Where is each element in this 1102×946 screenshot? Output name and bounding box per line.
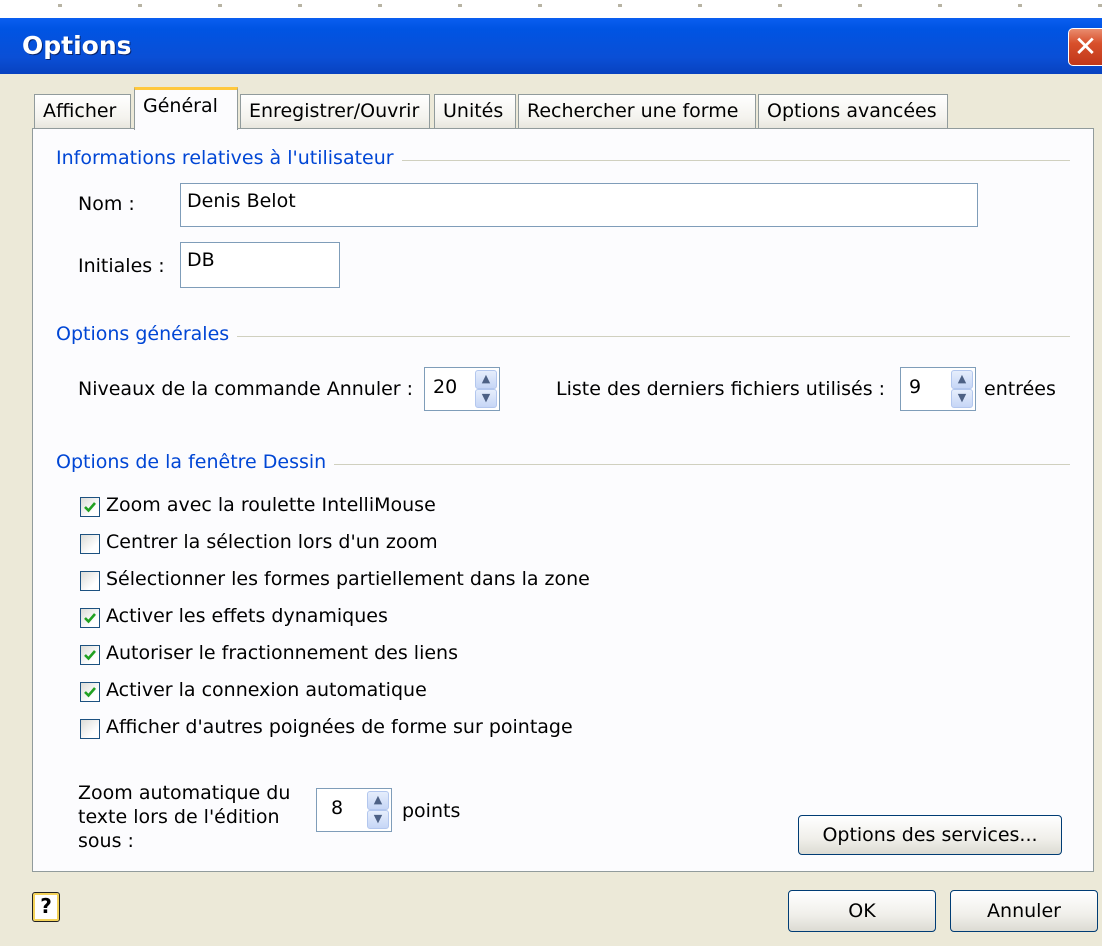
chevron-up-icon: ▲ <box>481 372 491 385</box>
tab-label: Rechercher une forme <box>527 100 739 122</box>
auto-zoom-label-line1: Zoom automatique du <box>78 782 291 804</box>
checkbox-label[interactable]: Afficher d'autres poignées de forme sur … <box>106 716 573 738</box>
service-options-label: Options des services... <box>822 824 1038 846</box>
recent-files-label: Liste des derniers fichiers utilisés : <box>556 378 886 400</box>
recent-files-suffix: entrées <box>984 378 1056 400</box>
initials-label: Initiales : <box>78 255 165 277</box>
spin-down-button[interactable]: ▼ <box>951 389 973 408</box>
cancel-button[interactable]: Annuler <box>950 890 1098 932</box>
checkbox[interactable] <box>80 645 100 665</box>
initials-input[interactable]: DB <box>180 242 340 288</box>
tab-unites[interactable]: Unités <box>434 94 516 128</box>
checkbox-label[interactable]: Activer la connexion automatique <box>106 679 427 701</box>
undo-levels-label: Niveaux de la commande Annuler : <box>78 378 414 400</box>
help-glyph: ? <box>40 894 52 918</box>
help-icon[interactable]: ? <box>32 892 60 922</box>
window-title: Options <box>22 31 132 60</box>
auto-zoom-spinner[interactable]: 8 ▲ ▼ <box>316 788 392 832</box>
checkbox-label[interactable]: Autoriser le fractionnement des liens <box>106 642 458 664</box>
checkbox[interactable] <box>80 497 100 517</box>
spin-down-button[interactable]: ▼ <box>367 810 389 829</box>
checkmark-icon <box>84 687 96 698</box>
close-icon: ✕ <box>1073 30 1098 63</box>
tab-afficher[interactable]: Afficher <box>34 94 131 128</box>
auto-zoom-label-line2: texte lors de l'édition <box>78 806 280 828</box>
tab-label: Unités <box>443 100 504 122</box>
tab-label: Options avancées <box>767 100 937 122</box>
tab-general[interactable]: Général <box>134 87 238 130</box>
undo-levels-value: 20 <box>433 376 458 398</box>
chevron-up-icon: ▲ <box>957 372 967 385</box>
chevron-down-icon: ▼ <box>373 812 383 825</box>
checkbox-label[interactable]: Centrer la sélection lors d'un zoom <box>106 531 438 553</box>
auto-zoom-value: 8 <box>331 797 344 819</box>
tab-options-avancees[interactable]: Options avancées <box>758 94 948 128</box>
group-title-drawing: Options de la fenêtre Dessin <box>56 451 335 473</box>
checkbox-label[interactable]: Sélectionner les formes partiellement da… <box>106 568 590 590</box>
checkbox[interactable] <box>80 534 100 554</box>
title-bar[interactable]: Options ✕ <box>0 18 1102 74</box>
name-value: Denis Belot <box>187 190 296 212</box>
ok-button[interactable]: OK <box>788 890 936 932</box>
group-title-user-info: Informations relatives à l'utilisateur <box>56 147 402 169</box>
checkmark-icon <box>84 613 96 624</box>
recent-files-value: 9 <box>909 376 922 398</box>
undo-levels-spinner[interactable]: 20 ▲ ▼ <box>424 367 500 411</box>
auto-zoom-suffix: points <box>402 800 461 822</box>
checkbox-label[interactable]: Zoom avec la roulette IntelliMouse <box>106 494 436 516</box>
tab-label: Enregistrer/Ouvrir <box>249 100 420 122</box>
ok-label: OK <box>848 900 876 922</box>
tab-label: Général <box>143 95 218 117</box>
service-options-button[interactable]: Options des services... <box>798 815 1062 855</box>
spin-up-button[interactable]: ▲ <box>475 370 497 389</box>
tab-rechercher-une-forme[interactable]: Rechercher une forme <box>518 94 756 128</box>
spin-up-button[interactable]: ▲ <box>951 370 973 389</box>
tab-enregistrer-ouvrir[interactable]: Enregistrer/Ouvrir <box>240 94 430 128</box>
recent-files-spinner[interactable]: 9 ▲ ▼ <box>900 367 976 411</box>
checkmark-icon <box>84 502 96 513</box>
spin-down-button[interactable]: ▼ <box>475 389 497 408</box>
cancel-label: Annuler <box>987 900 1061 922</box>
name-label: Nom : <box>78 193 135 215</box>
name-input[interactable]: Denis Belot <box>180 183 978 227</box>
chevron-up-icon: ▲ <box>373 793 383 806</box>
initials-value: DB <box>187 249 215 271</box>
group-title-general: Options générales <box>56 323 238 345</box>
chevron-down-icon: ▼ <box>481 391 491 404</box>
chevron-down-icon: ▼ <box>957 391 967 404</box>
close-button[interactable]: ✕ <box>1068 28 1102 66</box>
background-ruler-strip <box>0 0 1102 19</box>
checkbox[interactable] <box>80 608 100 628</box>
auto-zoom-label-line3: sous : <box>78 830 134 852</box>
checkmark-icon <box>84 650 96 661</box>
tab-label: Afficher <box>43 100 117 122</box>
checkbox-label[interactable]: Activer les effets dynamiques <box>106 605 388 627</box>
checkbox[interactable] <box>80 682 100 702</box>
checkbox[interactable] <box>80 719 100 739</box>
spin-up-button[interactable]: ▲ <box>367 791 389 810</box>
checkbox[interactable] <box>80 571 100 591</box>
